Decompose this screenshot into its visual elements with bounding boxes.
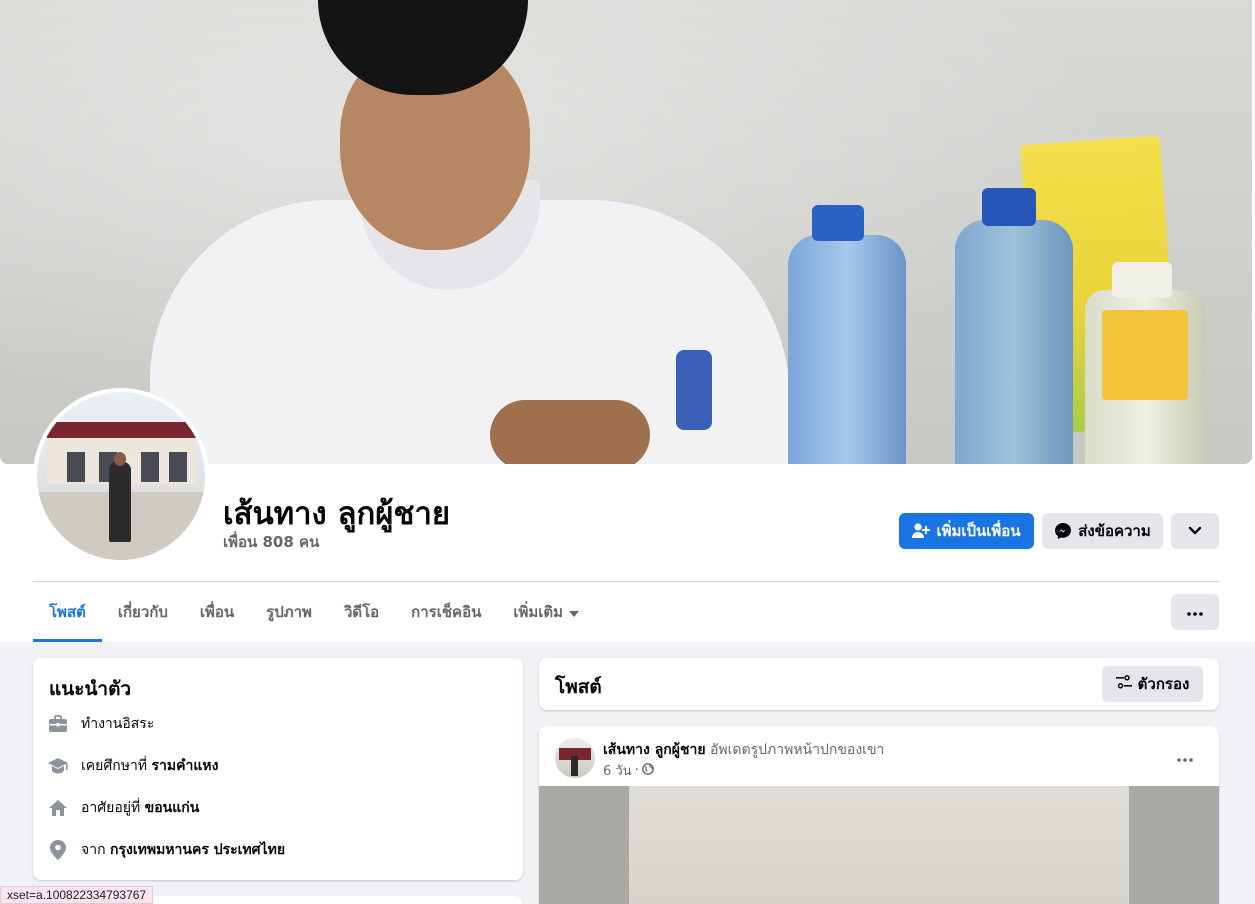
post-action-text: อัพเดตรูปภาพหน้าปกของเขา (709, 742, 885, 758)
post-timestamp[interactable]: 6 วัน (603, 760, 632, 781)
intro-card: แนะนำตัว ทำงานอิสระ เคยศึกษาที่ รามคำแหง… (33, 658, 523, 880)
location-pin-icon (47, 839, 69, 861)
tab-friends-label: เพื่อน (199, 603, 235, 621)
caret-down-icon (569, 603, 580, 621)
graduation-cap-icon (47, 755, 69, 777)
intro-from-text: จาก กรุงเทพมหานคร ประเทศไทย (81, 839, 285, 861)
tab-videos-label: วิดีโอ (343, 603, 380, 621)
tab-about-label: เกี่ยวกับ (117, 603, 168, 621)
intro-lives-text: อาศัยอยู่ที่ ขอนแก่น (81, 797, 199, 819)
lives-prefix: อาศัยอยู่ที่ (81, 800, 141, 816)
filter-label: ตัวกรอง (1137, 675, 1190, 693)
tab-more[interactable]: เพิ่มเติม (497, 582, 595, 642)
intro-education-text: เคยศึกษาที่ รามคำแหง (81, 755, 218, 777)
cover-photo[interactable] (0, 0, 1252, 464)
add-friend-icon (912, 523, 931, 539)
intro-lives: อาศัยอยู่ที่ ขอนแก่น (47, 796, 199, 820)
lives-place-link[interactable]: ขอนแก่น (145, 800, 200, 816)
tab-posts-label: โพสต์ (49, 603, 86, 621)
tab-photos[interactable]: รูปภาพ (250, 582, 328, 642)
add-friend-button[interactable]: เพิ่มเป็นเพื่อน (899, 513, 1034, 549)
education-place-link[interactable]: รามคำแหง (152, 758, 219, 774)
tab-posts[interactable]: โพสต์ (33, 582, 102, 642)
globe-icon (641, 762, 654, 779)
tab-videos[interactable]: วิดีโอ (328, 582, 395, 642)
profile-picture[interactable] (33, 388, 209, 564)
posts-header-card: โพสต์ ตัวกรอง (539, 658, 1219, 710)
profile-more-button[interactable] (1171, 513, 1219, 549)
education-prefix: เคยศึกษาที่ (81, 758, 148, 774)
post-meta: 6 วัน · (603, 760, 654, 781)
intro-work: ทำงานอิสระ (47, 712, 154, 736)
post-options-button[interactable] (1167, 740, 1203, 776)
tab-checkins-label: การเช็คอิน (411, 603, 482, 621)
ellipsis-icon (1177, 749, 1193, 767)
ellipsis-icon (1187, 603, 1203, 621)
intro-work-text: ทำงานอิสระ (81, 716, 155, 732)
messenger-icon (1054, 522, 1072, 540)
filter-icon (1115, 675, 1132, 693)
post-image[interactable] (539, 786, 1219, 904)
briefcase-icon (47, 713, 69, 735)
from-place-link[interactable]: กรุงเทพมหานคร ประเทศไทย (110, 842, 285, 858)
message-button[interactable]: ส่งข้อความ (1042, 513, 1163, 549)
profile-tabs: โพสต์ เกี่ยวกับ เพื่อน รูปภาพ วิดีโอ การ… (33, 582, 595, 642)
tab-friends[interactable]: เพื่อน (184, 582, 250, 642)
filter-button[interactable]: ตัวกรอง (1102, 666, 1203, 702)
post-author-avatar[interactable] (555, 738, 595, 778)
tab-checkins[interactable]: การเช็คอิน (395, 582, 497, 642)
post-card: เส้นทาง ลูกผู้ชาย อัพเดตรูปภาพหน้าปกของเ… (539, 726, 1219, 904)
intro-education: เคยศึกษาที่ รามคำแหง (47, 754, 218, 778)
status-bar-url: xset=a.100822334793767 (0, 886, 154, 904)
chevron-down-icon (1188, 526, 1202, 536)
post-header-text: เส้นทาง ลูกผู้ชาย อัพเดตรูปภาพหน้าปกของเ… (603, 739, 884, 761)
tab-photos-label: รูปภาพ (266, 603, 312, 621)
post-author-name[interactable]: เส้นทาง ลูกผู้ชาย (603, 742, 706, 758)
add-friend-label: เพิ่มเป็นเพื่อน (936, 522, 1021, 540)
intro-title: แนะนำตัว (49, 678, 132, 700)
friend-count[interactable]: เพื่อน 808 คน (223, 530, 319, 554)
home-icon (47, 797, 69, 819)
message-label: ส่งข้อความ (1078, 522, 1151, 540)
intro-from: จาก กรุงเทพมหานคร ประเทศไทย (47, 838, 285, 862)
posts-title: โพสต์ (555, 676, 602, 698)
tab-more-label: เพิ่มเติม (513, 603, 564, 621)
tab-about[interactable]: เกี่ยวกับ (102, 582, 184, 642)
from-prefix: จาก (81, 842, 106, 858)
tabs-more-options-button[interactable] (1171, 594, 1219, 630)
